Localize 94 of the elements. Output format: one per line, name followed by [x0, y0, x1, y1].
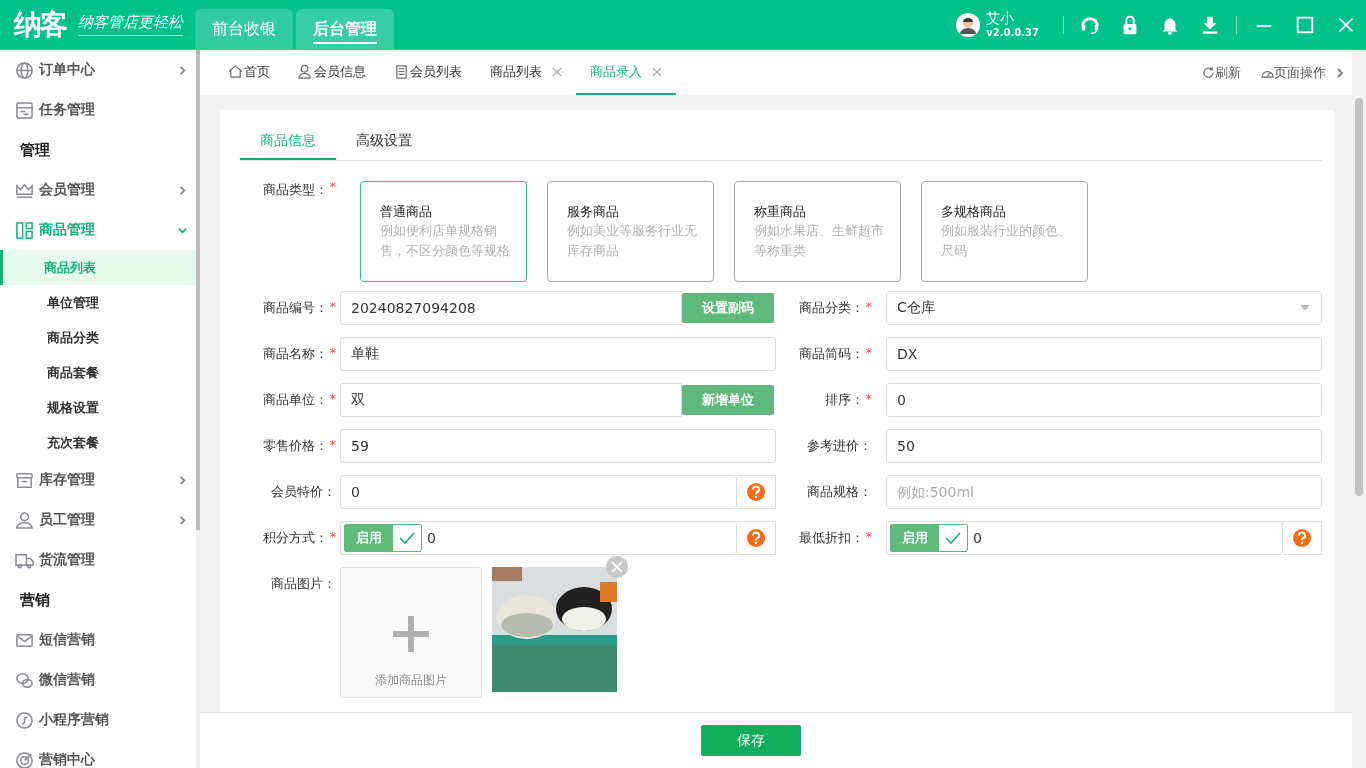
refresh-icon — [1202, 66, 1215, 79]
field-label: 商品分类： — [798, 299, 864, 317]
required-mark: * — [329, 179, 336, 194]
required-mark: * — [865, 345, 872, 360]
sidebar-item[interactable]: 订单中心 — [0, 50, 196, 90]
sidebar-item[interactable]: 任务管理 — [0, 90, 196, 130]
input-field[interactable]: 例如:500ml — [886, 475, 1322, 509]
product-type-card[interactable]: 多规格商品 例如服装行业的颜色、尺码 — [921, 181, 1088, 282]
field-label: 排序： — [824, 391, 864, 409]
field-label: 商品规格： — [807, 483, 872, 501]
chevron-right-icon — [177, 474, 188, 486]
field-label: 商品名称： — [262, 345, 328, 363]
globe-icon — [15, 60, 34, 80]
caret-icon — [1299, 304, 1311, 312]
required-mark: * — [329, 437, 336, 452]
add-image-button[interactable]: 添加商品图片 — [340, 567, 482, 698]
input-field[interactable]: 双 — [340, 383, 682, 417]
sidebar-subitem[interactable]: 单位管理 — [0, 285, 196, 320]
sidebar-heading: 营销 — [19, 590, 51, 611]
field-label: 商品简码： — [798, 345, 864, 363]
field-label: 会员特价： — [271, 483, 336, 501]
sidebar-subitem[interactable]: 商品分类 — [0, 320, 196, 355]
input-field[interactable]: 20240827094208 — [340, 291, 682, 325]
user-name: 艾小 — [986, 11, 1016, 27]
required-mark: * — [329, 299, 336, 314]
sidebar-item[interactable]: 会员管理 — [0, 170, 196, 210]
sidebar-item[interactable]: 小程序营销 — [0, 700, 196, 740]
sidebar-subitem[interactable]: 商品套餐 — [0, 355, 196, 390]
page-tab[interactable]: 会员信息 — [284, 50, 380, 95]
page-actions-button[interactable]: 页面操作 — [1261, 50, 1326, 95]
required-mark: * — [865, 529, 872, 544]
sidebar-item[interactable]: 营销中心 — [0, 740, 196, 768]
close-icon[interactable] — [652, 66, 662, 77]
refresh-button[interactable]: 刷新 — [1202, 50, 1241, 95]
input-field[interactable]: 0 — [886, 383, 1322, 417]
input-field[interactable]: 59 — [340, 429, 776, 463]
sidebar-subitem[interactable]: 充次套餐 — [0, 425, 196, 460]
field-label: 最低折扣： — [798, 529, 864, 547]
sidebar-item[interactable]: 货流管理 — [0, 540, 196, 580]
person-icon — [15, 510, 34, 530]
chevron-right-icon — [177, 64, 188, 76]
input-field[interactable]: DX — [886, 337, 1322, 371]
slogan: 纳客管店更轻松 — [78, 13, 183, 36]
product-type-card[interactable]: 普通商品 例如便利店单规格销售，不区分颜色等规格 — [360, 181, 527, 282]
scrollbar-thumb[interactable] — [196, 50, 200, 530]
required-mark: * — [329, 345, 336, 360]
doc-icon — [394, 64, 409, 79]
chevron-right-icon — [177, 514, 188, 526]
select-field[interactable]: C仓库 — [886, 291, 1322, 325]
close-icon[interactable] — [552, 66, 562, 77]
help-icon[interactable] — [1283, 521, 1322, 555]
chat-icon — [15, 670, 34, 690]
page-tab[interactable]: 会员列表 — [380, 50, 476, 95]
box-icon — [15, 470, 34, 490]
input-field[interactable]: 单鞋 — [340, 337, 776, 371]
input-field[interactable]: 0 — [340, 475, 737, 509]
avatar-icon[interactable] — [956, 12, 981, 37]
sidebar-item[interactable]: 短信营销 — [0, 620, 196, 660]
grid-icon — [15, 220, 34, 240]
product-type-card[interactable]: 称重商品 例如水果店、生鲜超市等称重类 — [734, 181, 901, 282]
field-label: 参考进价： — [807, 437, 872, 455]
field-label: 商品单位： — [262, 391, 328, 409]
version-label: v2.0.0.37 — [986, 26, 1039, 38]
home-icon — [228, 64, 243, 79]
field-label: 商品编号： — [262, 299, 328, 317]
field-label: 商品图片： — [270, 575, 337, 593]
input-field[interactable]: 50 — [886, 429, 1322, 463]
form-tab[interactable]: 高级设置 — [336, 126, 432, 160]
sidebar-item[interactable]: 库存管理 — [0, 460, 196, 500]
remove-icon[interactable] — [606, 556, 628, 578]
plus-icon — [391, 614, 431, 654]
required-mark: * — [865, 299, 872, 314]
sidebar-heading: 管理 — [19, 140, 51, 161]
sidebar-item[interactable]: 员工管理 — [0, 500, 196, 540]
field-label: 商品类型： — [262, 181, 328, 199]
required-mark: * — [865, 391, 872, 406]
required-mark: * — [329, 529, 336, 544]
product-type-card[interactable]: 服务商品 例如美业等服务行业无库存商品 — [547, 181, 714, 282]
required-mark: * — [329, 391, 336, 406]
page-tab[interactable]: 首页 — [214, 50, 284, 95]
field-label: 积分方式： — [262, 529, 328, 547]
logo: 纳客 — [14, 6, 66, 43]
field-label: 零售价格： — [262, 437, 328, 455]
chevron-right-icon — [177, 184, 188, 196]
help-icon[interactable] — [737, 475, 776, 509]
scrollbar-thumb[interactable] — [1355, 98, 1363, 496]
chevron-right-icon[interactable] — [1334, 66, 1346, 79]
target-icon — [15, 750, 34, 768]
task-icon — [15, 100, 34, 120]
page-tab[interactable]: 商品列表 — [476, 50, 576, 95]
help-icon[interactable] — [737, 521, 776, 555]
sidebar-subitem[interactable]: 规格设置 — [0, 390, 196, 425]
person-icon — [298, 64, 313, 79]
sidebar-item[interactable]: 微信营销 — [0, 660, 196, 700]
